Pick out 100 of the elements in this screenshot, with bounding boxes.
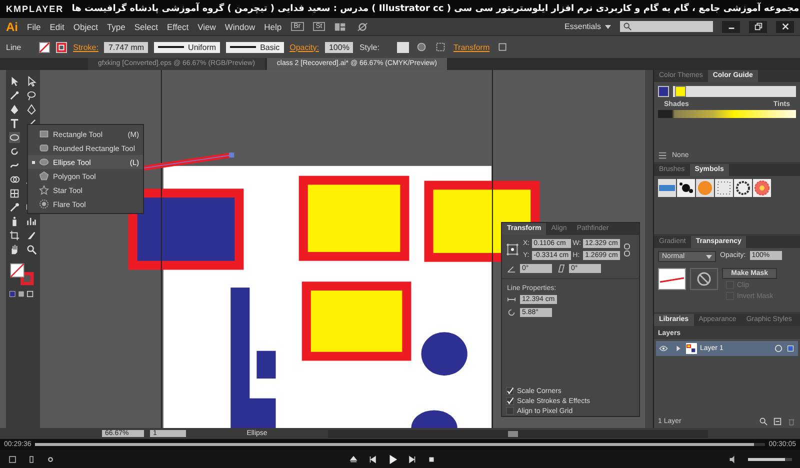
circle-shape [421,332,468,376]
menu-item[interactable]: Help [264,22,282,32]
magic-wand-icon[interactable] [9,90,20,101]
hand-icon[interactable] [9,244,20,255]
brush-dropdown[interactable]: Basic [226,42,284,52]
reference-point-icon[interactable] [505,242,520,257]
symbol-swatch[interactable] [753,179,771,197]
selection-label: Line [6,42,22,52]
object-thumbnail [658,268,686,290]
curvature-pen-icon[interactable] [26,104,37,115]
filled-rectangle [256,350,276,379]
stop-icon[interactable] [426,454,436,464]
minimize-button[interactable] [722,20,740,32]
symbol-swatch[interactable] [696,179,714,197]
restore-button[interactable] [749,20,767,32]
target-icon[interactable] [774,344,783,353]
menu-item[interactable]: Object [73,22,98,32]
star-icon [39,185,49,195]
shape-builder-icon[interactable] [9,174,20,185]
mask-placeholder-icon [690,268,718,290]
stroke-label[interactable]: Stroke: [73,42,98,52]
checkbox[interactable] [506,397,514,405]
horizontal-scrollbar[interactable] [328,430,708,438]
previous-icon[interactable] [368,454,376,464]
video-title: مجموعه آموزشی جامع ، گام به گام و کاربردی نرم افزار ایلوستریتور سی سی ( Illustrator cc ) مدرس : سعید فدایی ( تیچرمن ) گروه آموزشی پادشاه گرافیست ها [72,4,800,14]
profile-dropdown[interactable]: Uniform [154,42,220,52]
opacity-label[interactable]: Opacity: [290,42,319,52]
pen-icon[interactable] [9,104,20,115]
ellipse-icon [39,157,49,167]
artboard-icon[interactable] [9,230,20,241]
selection-arrow-icon[interactable] [9,76,20,87]
symbol-swatch[interactable] [715,179,733,197]
rectangle-icon [39,129,49,139]
stroke-swatch[interactable] [56,42,68,52]
color-swatch [675,86,686,97]
selection-square-icon[interactable] [786,344,795,353]
swatch-library-icon[interactable] [658,151,667,160]
menu-item[interactable]: Window [224,22,256,32]
harmony-dropdown[interactable] [673,86,796,97]
search-icon[interactable] [759,417,768,426]
menu-item[interactable]: Effect [167,22,189,32]
menu-item[interactable]: Select [134,22,158,32]
direct-selection-arrow-icon[interactable] [26,76,37,87]
menu-item[interactable]: Type [106,22,126,32]
fill-none-swatch[interactable] [39,42,50,52]
semicircle-shape [411,410,458,428]
ellipse-icon[interactable] [9,132,20,143]
new-layer-icon[interactable] [773,417,782,426]
eyedropper-icon[interactable] [9,202,20,213]
eject-icon[interactable] [348,454,358,464]
style-label: Style: [359,42,380,52]
style-swatch[interactable] [397,42,410,52]
lasso-icon[interactable] [26,90,37,101]
bar-graph-icon[interactable] [26,216,37,227]
vertical-scrollbar[interactable] [645,70,653,428]
link-icon[interactable] [622,242,631,256]
rotate-icon [507,308,516,317]
line-icon [230,44,256,50]
slice-icon[interactable] [26,230,37,241]
layer-thumbnail [686,343,697,354]
workspace-switcher[interactable]: Essentials [564,22,611,31]
caret-icon [605,24,611,28]
eye-icon[interactable] [659,344,668,353]
stroke-weight-field[interactable]: 7.747 mm [104,42,148,52]
menu-item[interactable]: Edit [50,22,64,32]
shear-icon [556,264,565,273]
menu-item[interactable]: File [27,22,41,32]
menu-item[interactable]: View [198,22,216,32]
line-icon [158,44,184,50]
expand-icon[interactable] [674,344,683,353]
player-logo: KMPLAYER [6,4,64,14]
base-color-swatch[interactable] [658,86,669,97]
next-icon[interactable] [408,454,416,464]
flare-icon [39,199,49,209]
transform-link[interactable]: Transform [453,42,490,52]
checkbox[interactable] [506,407,514,415]
close-icon [780,22,790,31]
close-button[interactable] [776,20,794,32]
search-icon [623,22,632,31]
arrange-icon[interactable] [334,22,348,32]
caret-icon [706,254,712,258]
rounded-rectangle-icon [39,143,49,153]
angle-icon [507,264,516,273]
polygon-icon [39,171,49,181]
symbol-swatch[interactable] [677,179,695,197]
app-logo: Ai [6,20,18,34]
opacity-field[interactable]: 100% [324,42,354,52]
type-tool-icon[interactable] [9,118,20,129]
checkbox[interactable] [506,387,514,395]
length-icon [507,295,516,304]
symbol-swatch[interactable] [658,179,676,197]
restore-icon [754,22,762,31]
grid-icon[interactable] [434,42,448,52]
search-field[interactable] [620,21,713,32]
rotate-icon[interactable] [9,146,20,157]
mesh-icon[interactable] [9,188,20,199]
phone-icon[interactable] [27,454,36,464]
color-variation-strip[interactable] [658,110,796,118]
symbol-swatch[interactable] [734,179,752,197]
zoom-icon[interactable] [26,244,37,255]
